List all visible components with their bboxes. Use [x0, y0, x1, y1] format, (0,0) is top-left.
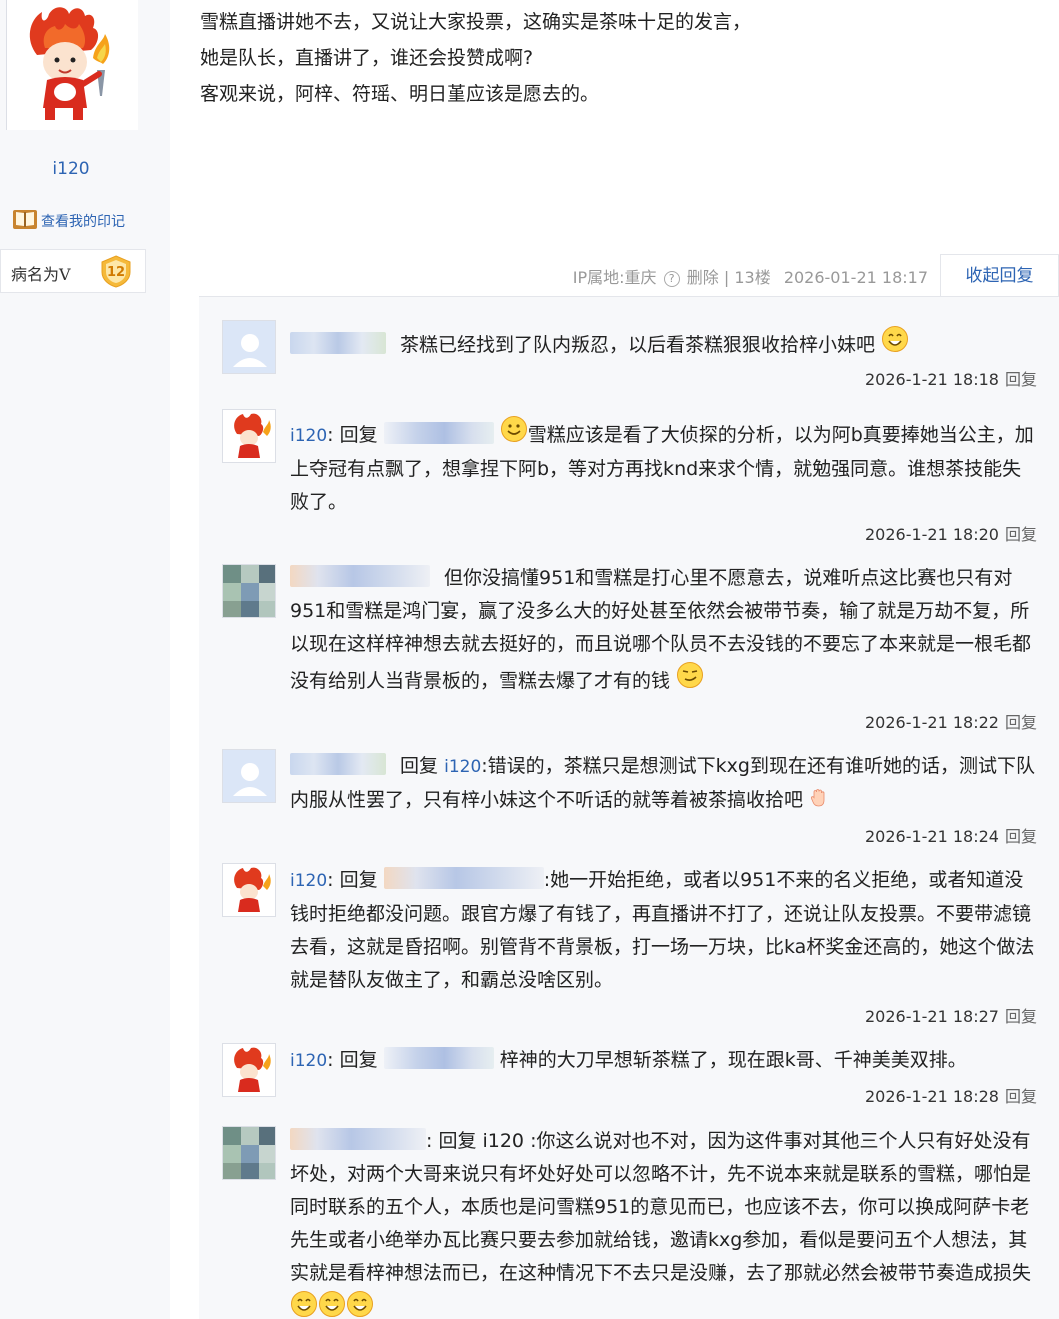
smiley-emoji-icon [882, 326, 909, 352]
reply-button[interactable]: 回复 [1005, 525, 1037, 544]
reply-avatar[interactable] [222, 320, 276, 374]
smiley-emoji-icon [500, 416, 527, 442]
level-number: 12 [107, 265, 125, 280]
reply-text-block: 但你没搞懂951和雪糕是打心里不愿意去，说难听点这比赛也只有对951和雪糕是鸿门… [290, 562, 1040, 698]
reply-text-block: 茶糕已经找到了队内叛忍，以后看茶糕狠狠收拾梓小妹吧 [290, 325, 1040, 362]
level-box: 病名为V 12 [0, 249, 146, 293]
reply-meta: 2026-1-21 18:28 回复 [865, 1083, 1037, 1107]
author-sidebar: i120 查看我的印记 病名为V 12 [0, 0, 170, 1319]
smiley-emoji-icon [319, 1291, 345, 1317]
meta-separator: | [723, 268, 735, 287]
reply-avatar[interactable] [222, 863, 276, 917]
post-line: 她是队长，直播讲了，谁还会投赞成啊? [200, 47, 534, 69]
reply-avatar[interactable] [222, 1043, 276, 1097]
reply-colon: : [327, 424, 334, 446]
redacted-username[interactable] [383, 867, 544, 889]
author-name[interactable]: i120 [0, 159, 142, 179]
author-avatar[interactable] [6, 0, 138, 130]
reply-username[interactable]: i120 [290, 1051, 327, 1071]
reply-colon: : [327, 869, 334, 891]
floor-number: 13楼 [734, 268, 771, 287]
post-meta: IP属地:重庆 ? 删除 | 13楼 2026-01-21 18:17 [573, 264, 928, 288]
reply-meta: 2026-1-21 18:22 回复 [865, 709, 1037, 733]
reply-button[interactable]: 回复 [1005, 827, 1037, 846]
ip-location: IP属地:重庆 [572, 268, 657, 287]
smiley-emoji-icon [347, 1291, 373, 1317]
reply-meta: 2026-1-21 18:20 回复 [865, 521, 1037, 545]
stop-hand-icon [811, 789, 825, 807]
post-line: 客观来说，阿梓、符瑶、明日堇应该是愿去的。 [200, 83, 600, 105]
post-line: 雪糕直播讲她不去，又说让大家投票，这确实是茶味十足的发言， [200, 11, 752, 33]
reply-button[interactable]: 回复 [1005, 713, 1037, 732]
reply-target-username[interactable]: i120 [444, 757, 481, 777]
reply-time: 2026-1-21 18:22 [864, 713, 999, 732]
reply-meta: 2026-1-21 18:24 回复 [865, 823, 1037, 847]
redacted-username[interactable] [383, 1047, 494, 1069]
reply-text: : 回复 i120 :你这么说对也不对，因为这件事对其他三个人只有好处没有坏处，… [290, 1130, 1032, 1284]
reply-button[interactable]: 回复 [1005, 1007, 1037, 1026]
reply-to-label: 回复 [339, 869, 378, 891]
reply-time: 2026-1-21 18:28 [864, 1087, 999, 1106]
reply-username[interactable]: i120 [290, 426, 327, 446]
reply-avatar[interactable] [222, 409, 276, 463]
reply-meta: 2026-1-21 18:27 回复 [865, 1003, 1037, 1027]
level-title: 病名为V [11, 265, 71, 284]
reply-username[interactable]: i120 [290, 871, 327, 891]
smug-emoji-icon [677, 662, 704, 688]
reply-text-block: i120: 回复 雪糕应该是看了大侦探的分析，以为阿b真要捧她当公主，加上夺冠有… [290, 415, 1040, 519]
reply-text-block: i120: 回复 梓神的大刀早想斩茶糕了，现在跟k哥、千神美美双排。 [290, 1044, 1040, 1078]
reply-button[interactable]: 回复 [1005, 1087, 1037, 1106]
reply-time: 2026-1-21 18:20 [864, 525, 999, 544]
redacted-username[interactable] [290, 565, 430, 587]
collapse-replies-button[interactable]: 收起回复 [940, 254, 1059, 296]
reply-text-block: : 回复 i120 :你这么说对也不对，因为这件事对其他三个人只有好处没有坏处，… [290, 1125, 1040, 1319]
redacted-username[interactable] [290, 332, 386, 354]
reply-to-label: 回复 [339, 424, 378, 446]
reply-text-block: i120: 回复 :她一开始拒绝，或者以951不来的名义拒绝，或者知道没钱时拒绝… [290, 864, 1040, 997]
reply-text: 梓神的大刀早想斩茶糕了，现在跟k哥、千神美美双排。 [499, 1049, 967, 1071]
redacted-username[interactable] [290, 753, 386, 775]
reply-text: 茶糕已经找到了队内叛忍，以后看茶糕狠狠收拾梓小妹吧 [400, 334, 876, 356]
reply-to-label: 回复 [400, 755, 439, 777]
reply-time: 2026-1-21 18:18 [864, 370, 999, 389]
redacted-username[interactable] [383, 422, 494, 444]
reply-avatar[interactable] [222, 749, 276, 803]
reply-time: 2026-1-21 18:27 [864, 1007, 999, 1026]
post-content: 雪糕直播讲她不去，又说让大家投票，这确实是茶味十足的发言， 她是队长，直播讲了，… [200, 4, 1040, 112]
reply-avatar[interactable] [222, 1126, 276, 1180]
question-icon[interactable]: ? [663, 271, 680, 287]
view-badges-label: 查看我的印记 [41, 214, 125, 230]
smiley-emoji-icon [291, 1291, 317, 1317]
delete-link[interactable]: 删除 [687, 268, 719, 287]
book-icon [12, 207, 38, 235]
reply-avatar[interactable] [222, 564, 276, 618]
reply-colon: : [327, 1049, 334, 1071]
reply-text-block: 回复 i120:错误的，茶糕只是想测试下kxg到现在还有谁听她的话，测试下队内服… [290, 750, 1040, 817]
view-badges-link[interactable]: 查看我的印记 [12, 207, 125, 235]
reply-time: 2026-1-21 18:24 [864, 827, 999, 846]
level-badge[interactable]: 12 [99, 254, 133, 292]
reply-button[interactable]: 回复 [1005, 370, 1037, 389]
reply-to-label: 回复 [339, 1049, 378, 1071]
reply-meta: 2026-1-21 18:18 回复 [865, 366, 1037, 390]
reply-list: 茶糕已经找到了队内叛忍，以后看茶糕狠狠收拾梓小妹吧 2026-1-21 18:1… [199, 296, 1059, 1319]
redacted-username[interactable] [290, 1128, 426, 1150]
post-datetime: 2026-01-21 18:17 [783, 268, 928, 287]
